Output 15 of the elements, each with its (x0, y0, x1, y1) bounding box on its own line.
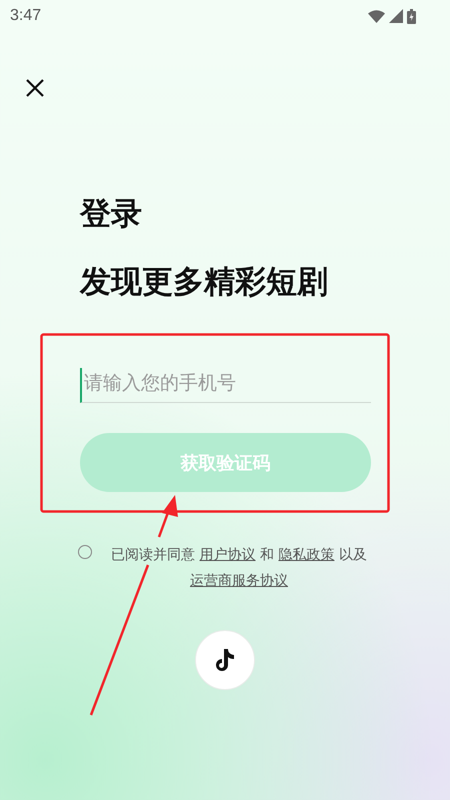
battery-icon (407, 8, 416, 24)
login-title: 登录 (80, 195, 143, 234)
wifi-icon (368, 10, 385, 22)
agreement-link[interactable]: 用户协议 (200, 547, 256, 563)
agreement-text: 已阅读并同意 用户协议 和 隐私政策 以及 运营商服务协议 (110, 546, 368, 591)
agreement-link[interactable]: 运营商服务协议 (190, 573, 288, 589)
signal-icon (389, 9, 403, 23)
close-button[interactable] (25, 78, 45, 98)
close-icon (25, 78, 45, 98)
phone-input-field[interactable]: 请输入您的手机号 (80, 368, 371, 403)
agree-radio[interactable] (78, 545, 92, 559)
login-subtitle: 发现更多精彩短剧 (80, 263, 329, 302)
status-time: 3:47 (10, 7, 42, 25)
music-note-icon (214, 648, 236, 672)
agreement-link[interactable]: 隐私政策 (278, 547, 334, 563)
